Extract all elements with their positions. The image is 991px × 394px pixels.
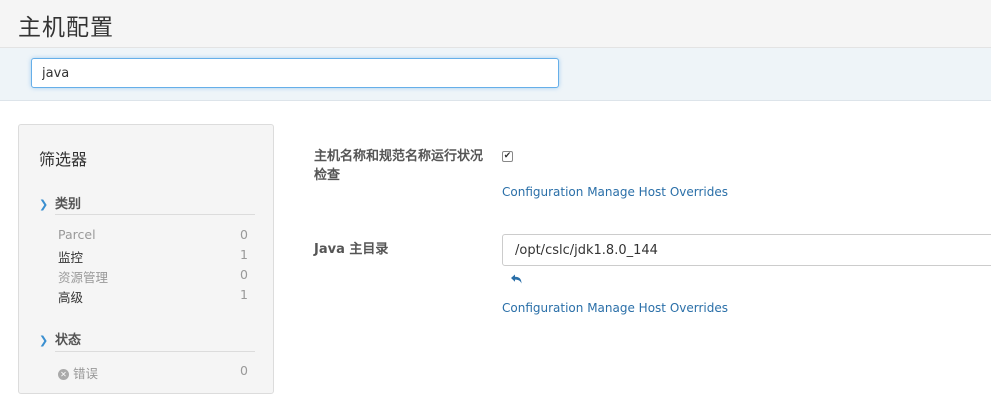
filter-item-count: 0 [240, 267, 248, 282]
chevron-down-icon: ❯ [39, 198, 49, 211]
filter-group-label: 状态 [55, 333, 82, 348]
filter-title: 筛选器 [39, 150, 88, 169]
filter-item-label: 资源管理 [58, 270, 109, 285]
error-circle-icon: ✕ [58, 369, 69, 380]
filter-item-count: 1 [240, 247, 248, 262]
filter-item-advanced[interactable]: 高级 1 [58, 287, 248, 305]
java-home-input[interactable] [502, 234, 991, 266]
filter-item-count: 0 [240, 363, 248, 378]
page-header: 主机配置 [0, 0, 991, 48]
filter-item-resource-management[interactable]: 资源管理 0 [58, 267, 248, 285]
page-title: 主机配置 [18, 15, 114, 41]
host-overrides-link[interactable]: Configuration Manage Host Overrides [502, 185, 728, 199]
undo-arrow-icon[interactable] [508, 272, 524, 288]
filter-item-parcel[interactable]: Parcel 0 [58, 227, 248, 245]
filter-panel: 筛选器 ❯ 类别 Parcel 0 监控 1 资源管理 0 高级 1 ❯ 状态 ✕ 错… [18, 124, 274, 394]
filter-group-label: 类别 [55, 197, 82, 212]
divider [55, 214, 255, 215]
setting-label-java-home: Java 主目录 [314, 242, 389, 257]
search-input[interactable] [31, 58, 559, 88]
filter-item-label: Parcel [58, 227, 96, 242]
filter-item-label: 错误 [73, 366, 99, 381]
filter-item-count: 1 [240, 287, 248, 302]
chevron-down-icon: ❯ [39, 334, 49, 347]
hostname-check-checkbox[interactable]: ✔ [502, 151, 513, 162]
host-overrides-link[interactable]: Configuration Manage Host Overrides [502, 301, 728, 315]
filter-item-error[interactable]: ✕ 错误 0 [58, 363, 248, 381]
filter-item-count: 0 [240, 227, 248, 242]
checkmark-icon: ✔ [503, 151, 512, 161]
filter-group-category[interactable]: ❯ 类别 [39, 193, 255, 213]
filter-group-status[interactable]: ❯ 状态 [39, 329, 255, 349]
filter-item-label: 高级 [58, 290, 84, 305]
filter-item-monitoring[interactable]: 监控 1 [58, 247, 248, 265]
search-bar [0, 48, 991, 101]
setting-label-hostname-check: 主机名称和规范名称运行状况检查 [314, 149, 484, 183]
filter-item-label: 监控 [58, 250, 84, 265]
divider [55, 351, 255, 352]
